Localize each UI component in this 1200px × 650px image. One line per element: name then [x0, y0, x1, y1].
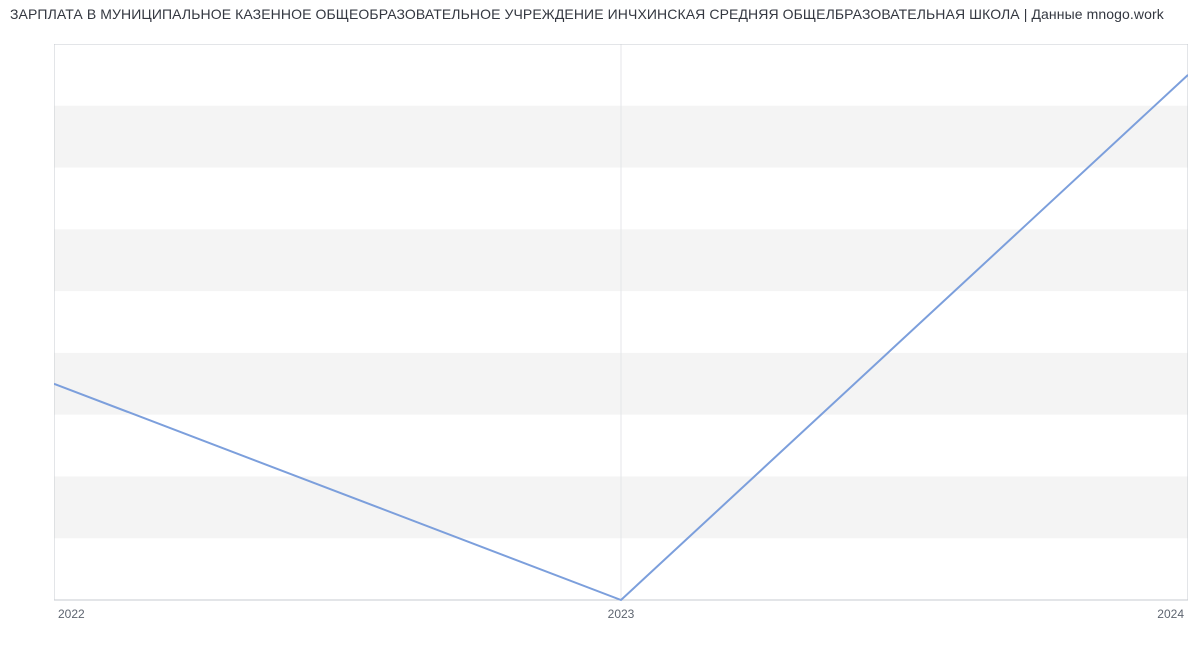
x-tick-label: 2023: [608, 607, 635, 621]
chart-title: ЗАРПЛАТА В МУНИЦИПАЛЬНОЕ КАЗЕННОЕ ОБЩЕОБ…: [10, 6, 1200, 22]
x-tick-label: 2024: [1157, 607, 1184, 621]
x-tick-label: 2022: [58, 607, 85, 621]
chart-plot-area: 1800020000220002400026000280003000032000…: [54, 44, 1188, 600]
